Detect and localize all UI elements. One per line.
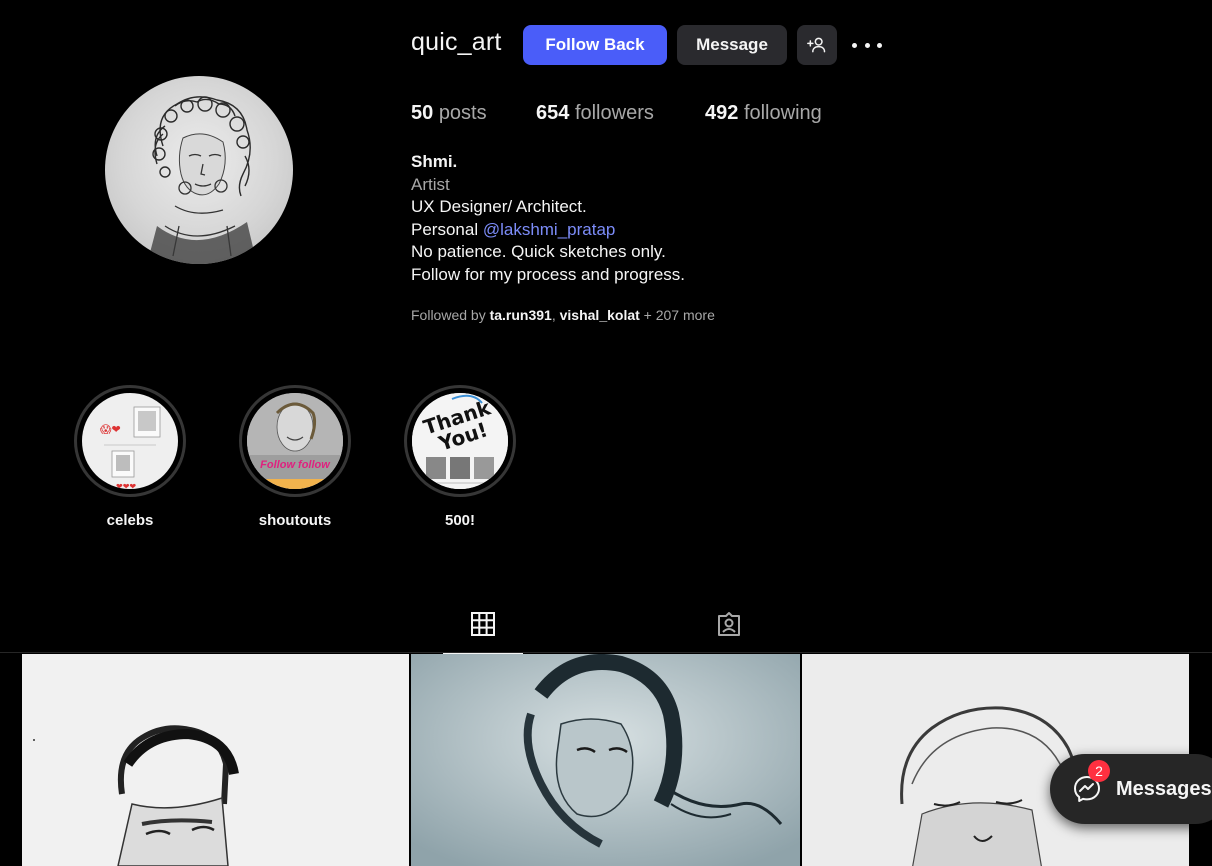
suggested-users-button[interactable] bbox=[797, 25, 837, 65]
more-options-button[interactable] bbox=[852, 34, 882, 56]
grid-icon bbox=[471, 612, 495, 636]
messages-label: Messages bbox=[1116, 777, 1212, 800]
highlight-500[interactable]: Thank You! 500! bbox=[403, 385, 517, 529]
tab-tagged[interactable] bbox=[689, 610, 769, 653]
following-link[interactable]: 492 following bbox=[705, 102, 822, 125]
post-sketch-image bbox=[411, 654, 800, 866]
messages-button[interactable]: 2 Messages bbox=[1050, 754, 1212, 824]
svg-text:❤❤❤: ❤❤❤ bbox=[116, 482, 136, 489]
bio-line: Personal @lakshmi_pratap bbox=[411, 219, 685, 242]
highlight-ring[interactable]: 😱❤ ❤❤❤ bbox=[74, 385, 186, 497]
post-thumbnail[interactable] bbox=[411, 654, 800, 866]
highlight-ring[interactable]: Follow follow bbox=[239, 385, 351, 497]
profile-avatar[interactable] bbox=[105, 76, 293, 264]
add-person-icon bbox=[807, 37, 826, 53]
more-dot-icon bbox=[864, 42, 870, 48]
followed-by-more: + 207 more bbox=[639, 307, 715, 323]
posts-count-label: posts bbox=[438, 102, 487, 124]
highlight-cover: 😱❤ ❤❤❤ bbox=[82, 393, 178, 489]
post-sketch-image bbox=[22, 654, 409, 866]
profile-bio: Shmi. Artist UX Designer/ Architect. Per… bbox=[411, 151, 685, 286]
following-count-label: following bbox=[743, 102, 822, 124]
highlight-label: shoutouts bbox=[258, 512, 332, 529]
followed-by-link[interactable]: Followed by ta.run391, vishal_kolat + 20… bbox=[411, 307, 715, 323]
bio-line: UX Designer/ Architect. bbox=[411, 197, 587, 216]
highlight-cover: Thank You! bbox=[412, 393, 508, 489]
tagged-icon bbox=[718, 612, 740, 636]
profile-category: Artist bbox=[411, 174, 450, 194]
highlight-cover-text: Follow follow bbox=[260, 459, 330, 471]
followed-by-prefix: Followed by bbox=[411, 307, 490, 323]
svg-text:😱❤: 😱❤ bbox=[100, 423, 121, 436]
highlight-label: 500! bbox=[444, 512, 476, 529]
bio-line: Follow for my process and progress. bbox=[411, 264, 685, 284]
messages-badge: 2 bbox=[1088, 760, 1110, 782]
following-count-value: 492 bbox=[705, 102, 739, 124]
bio-mention-link[interactable]: @lakshmi_pratap bbox=[483, 220, 616, 239]
bio-line: No patience. Quick sketches only. bbox=[411, 242, 666, 261]
more-dot-icon bbox=[852, 42, 857, 48]
follow-back-button[interactable]: Follow Back bbox=[523, 25, 667, 65]
followed-by-separator: , bbox=[551, 307, 560, 323]
post-thumbnail[interactable] bbox=[22, 654, 409, 866]
more-dot-icon bbox=[877, 42, 882, 48]
posts-count: 50 posts bbox=[411, 102, 487, 125]
messenger-icon: 2 bbox=[1072, 760, 1110, 804]
highlight-celebs[interactable]: 😱❤ ❤❤❤ celebs bbox=[73, 385, 187, 529]
highlight-cover: Follow follow bbox=[247, 393, 343, 489]
avatar-sketch-image bbox=[147, 96, 257, 264]
posts-count-value: 50 bbox=[411, 102, 434, 124]
highlight-ring[interactable]: Thank You! bbox=[404, 385, 516, 497]
followers-count-value: 654 bbox=[536, 102, 570, 124]
bio-text: Personal bbox=[411, 219, 483, 239]
highlight-label: celebs bbox=[106, 512, 154, 529]
followed-by-user: ta.run391 bbox=[489, 307, 552, 323]
followers-count-label: followers bbox=[574, 102, 654, 124]
followers-link[interactable]: 654 followers bbox=[536, 102, 654, 125]
highlight-shoutouts[interactable]: Follow follow shoutouts bbox=[238, 385, 352, 529]
profile-username: quic_art bbox=[411, 28, 502, 56]
followed-by-user: vishal_kolat bbox=[559, 307, 640, 323]
message-button[interactable]: Message bbox=[677, 25, 787, 65]
profile-display-name: Shmi. bbox=[411, 152, 458, 171]
tabs-divider bbox=[0, 652, 1212, 653]
tab-posts[interactable] bbox=[443, 610, 523, 655]
